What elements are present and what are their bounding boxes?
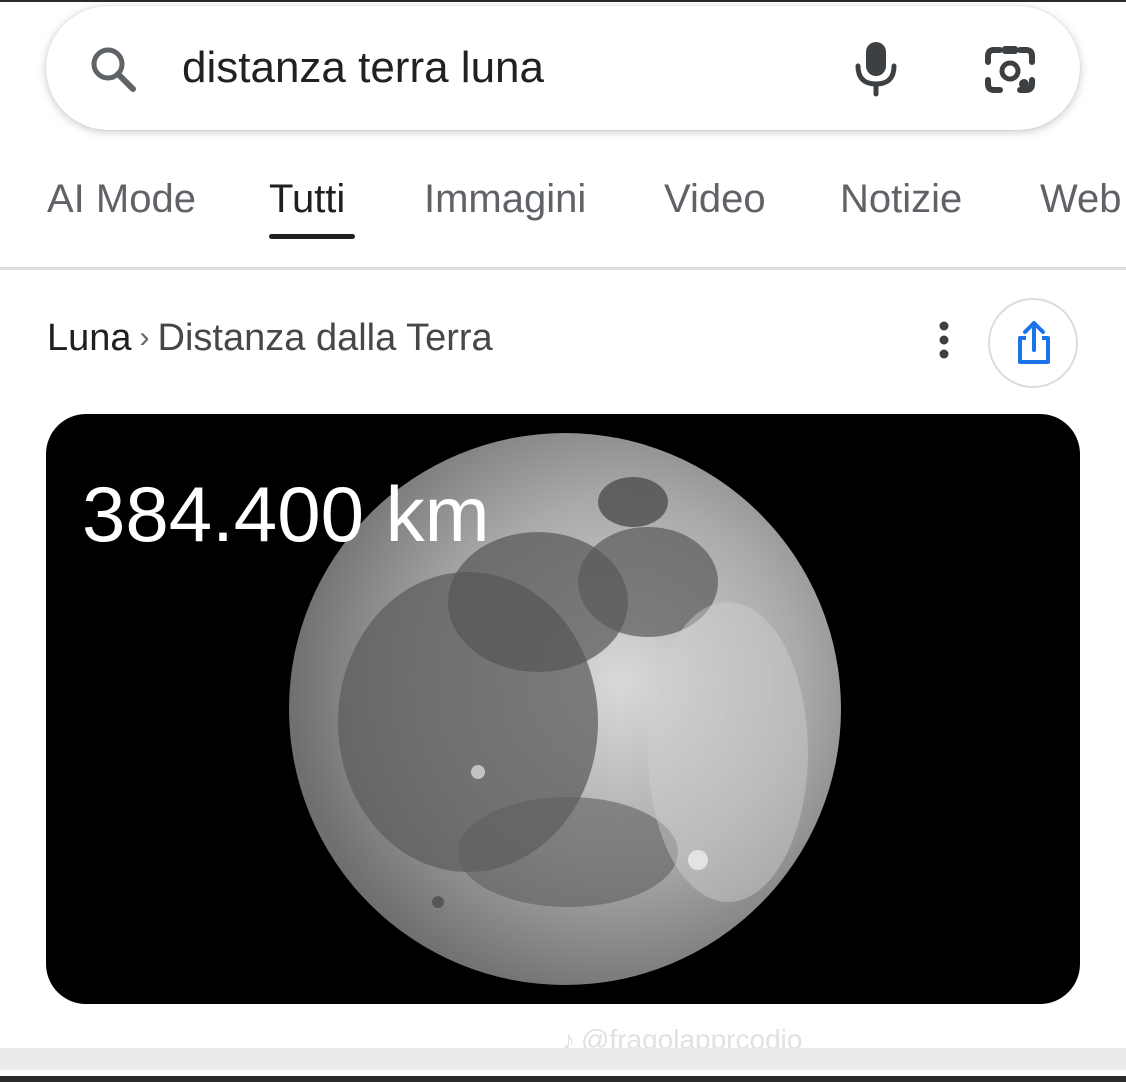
tab-tutti[interactable]: Tutti [269, 174, 345, 224]
search-input[interactable]: distanza terra luna [182, 40, 544, 96]
breadcrumb-leaf: Distanza dalla Terra [157, 317, 493, 359]
breadcrumb-separator: › [139, 321, 150, 354]
tab-web[interactable]: Web [1040, 174, 1122, 224]
active-tab-indicator [269, 234, 355, 239]
search-bar[interactable]: distanza terra luna [46, 6, 1080, 130]
tab-ai-mode[interactable]: AI Mode [47, 174, 196, 224]
more-vert-icon[interactable] [926, 318, 962, 362]
share-icon [1011, 320, 1057, 366]
google-lens-icon[interactable] [978, 38, 1042, 102]
search-icon[interactable] [86, 42, 142, 98]
breadcrumb: Luna › Distanza dalla Terra [47, 313, 493, 366]
tabs-divider [0, 267, 1126, 270]
tab-immagini[interactable]: Immagini [424, 174, 586, 224]
top-edge-line [0, 0, 1126, 2]
search-tabs: AI Mode Tutti Immagini Video Notizie Web [0, 160, 1126, 268]
distance-value: 384.400 km [82, 470, 490, 558]
tab-notizie[interactable]: Notizie [840, 174, 962, 224]
answer-card[interactable]: 384.400 km [46, 414, 1080, 1004]
share-button[interactable] [988, 298, 1078, 388]
bottom-band [0, 1048, 1126, 1070]
breadcrumb-root[interactable]: Luna [47, 317, 132, 359]
bottom-edge-line [0, 1076, 1126, 1082]
mic-icon[interactable] [844, 36, 908, 100]
tab-video[interactable]: Video [664, 174, 766, 224]
